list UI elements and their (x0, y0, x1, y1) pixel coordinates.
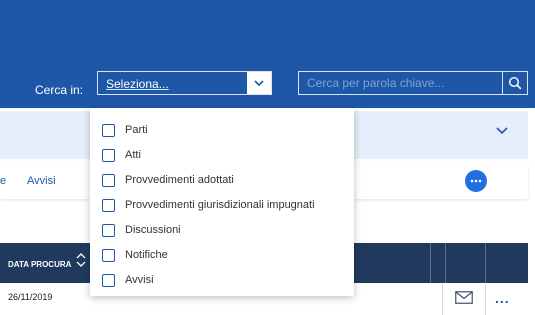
option-parti[interactable]: Parti (102, 121, 148, 139)
chevron-down-icon (254, 80, 264, 87)
more-icon (470, 179, 482, 183)
scope-dropdown-menu: Parti Atti Provvedimenti adottati Provve… (90, 108, 354, 296)
option-label: Parti (125, 124, 148, 136)
search-scope-select[interactable]: Seleziona... (97, 71, 272, 95)
checkbox[interactable] (102, 223, 115, 237)
checkbox[interactable] (102, 173, 115, 187)
mail-icon[interactable] (455, 291, 473, 304)
option-provvedimenti-adottati[interactable]: Provvedimenti adottati (102, 171, 234, 189)
option-discussioni[interactable]: Discussioni (102, 221, 181, 239)
option-label: Provvedimenti adottati (125, 174, 234, 186)
column-divider (430, 243, 431, 283)
keyword-search[interactable] (298, 71, 528, 95)
checkbox[interactable] (102, 248, 115, 262)
chevron-down-icon[interactable] (495, 126, 509, 136)
checkbox[interactable] (102, 198, 115, 212)
search-input[interactable] (299, 72, 503, 94)
column-divider (485, 243, 486, 283)
cell-divider (485, 283, 486, 315)
tab-avvisi[interactable]: Avvisi (27, 175, 56, 187)
search-in-label: Cerca in: (35, 83, 84, 97)
column-divider (445, 243, 446, 283)
checkbox[interactable] (102, 273, 115, 287)
option-label: Discussioni (125, 224, 181, 236)
search-button[interactable] (502, 72, 527, 94)
more-options-button[interactable] (465, 170, 487, 192)
option-label: Provvedimenti giurisdizionali impugnati (125, 199, 315, 211)
search-scope-value: Seleziona... (106, 77, 169, 91)
option-atti[interactable]: Atti (102, 146, 141, 164)
search-icon (508, 76, 522, 90)
tab-partial[interactable]: e (0, 175, 6, 187)
option-provvedimenti-impugnati[interactable]: Provvedimenti giurisdizionali impugnati (102, 196, 315, 214)
row-more-button[interactable]: ... (495, 290, 510, 306)
checkbox[interactable] (102, 148, 115, 162)
checkbox[interactable] (102, 123, 115, 137)
option-notifiche[interactable]: Notifiche (102, 246, 168, 264)
select-toggle-button[interactable] (247, 72, 271, 94)
option-label: Atti (125, 149, 141, 161)
option-label: Notifiche (125, 249, 168, 261)
option-label: Avvisi (125, 274, 154, 286)
column-header-data-procura[interactable]: DATA PROCURA (8, 260, 71, 269)
cell-data-procura: 26/11/2019 (8, 292, 53, 302)
cell-divider (442, 283, 443, 315)
sort-icon[interactable] (76, 252, 86, 268)
option-avvisi[interactable]: Avvisi (102, 271, 154, 289)
